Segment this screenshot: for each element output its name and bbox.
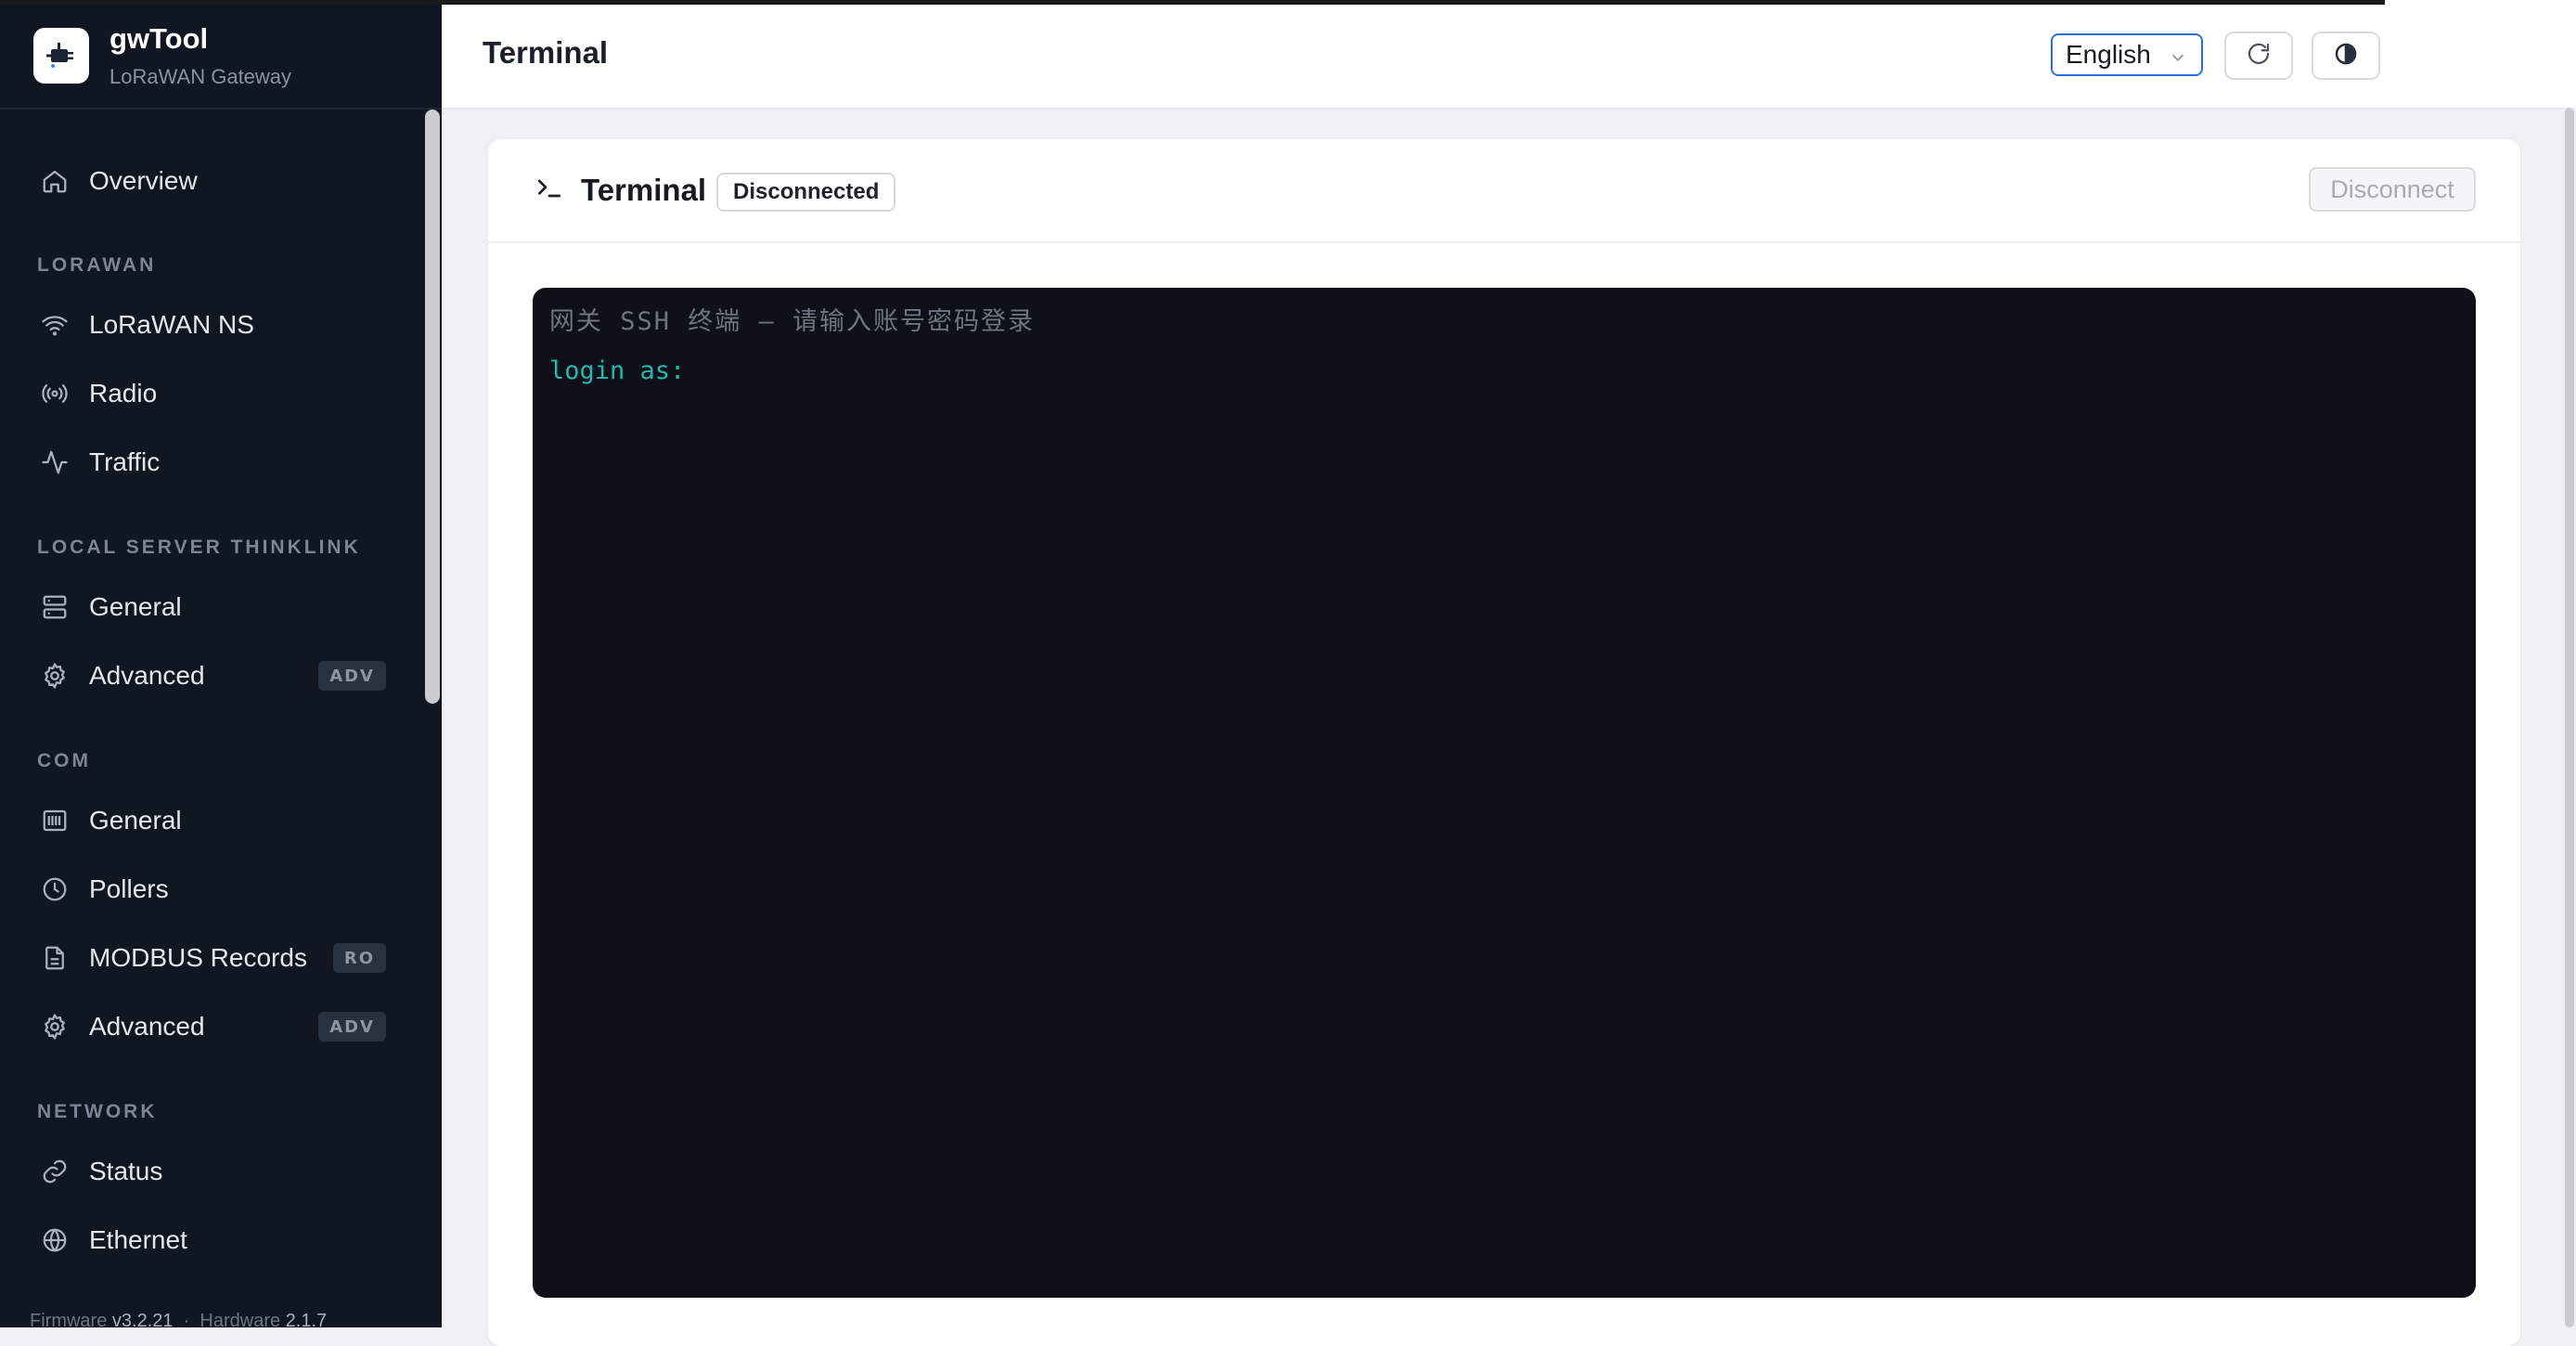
sidebar: gwTool LoRaWAN Gateway Overview LORAWAN … — [0, 0, 442, 1327]
sidebar-scrollbar[interactable] — [425, 110, 440, 704]
globe-icon — [37, 1223, 72, 1258]
disconnect-button[interactable]: Disconnect — [2309, 167, 2476, 212]
ro-badge: RO — [332, 943, 386, 973]
sidebar-item-label: Pollers — [89, 874, 169, 903]
sidebar-item-label: Status — [89, 1157, 163, 1185]
theme-toggle-button[interactable] — [2312, 32, 2380, 80]
sidebar-item-label: Advanced — [89, 1012, 205, 1041]
language-value: English — [2066, 40, 2151, 69]
link-icon — [37, 1154, 72, 1189]
gear-icon — [37, 658, 72, 693]
sidebar-item-ethernet[interactable]: Ethernet — [0, 1208, 427, 1273]
sidebar-item-label: MODBUS Records — [89, 943, 307, 972]
section-network: NETWORK — [37, 1101, 158, 1122]
app-subtitle: LoRaWAN Gateway — [109, 65, 292, 88]
brand: gwTool LoRaWAN Gateway — [0, 0, 442, 110]
section-lorawan: LORAWAN — [37, 254, 157, 276]
sidebar-item-label: Advanced — [89, 661, 205, 690]
connection-status-badge: Disconnected — [716, 173, 896, 212]
page-scrollbar[interactable] — [2563, 108, 2576, 1327]
home-icon — [37, 163, 72, 199]
hardware-label: Hardware — [200, 1311, 281, 1327]
sidebar-item-label: Overview — [89, 166, 198, 195]
firmware-label: Firmware — [30, 1311, 108, 1327]
sidebar-item-label: Ethernet — [89, 1225, 187, 1254]
sidebar-item-label: Radio — [89, 379, 158, 408]
refresh-icon — [2245, 40, 2273, 72]
terminal-screen[interactable]: 网关 SSH 终端 — 请输入账号密码登录 login as: — [533, 288, 2476, 1298]
gateway-logo-icon — [33, 28, 89, 84]
version-info: Firmware v3.2.21 · Hardware 2.1.7 — [30, 1311, 327, 1327]
adv-badge: ADV — [318, 1012, 386, 1042]
terminal-title: Terminal — [581, 173, 707, 207]
adv-badge: ADV — [318, 661, 386, 691]
sidebar-item-overview[interactable]: Overview — [0, 149, 427, 214]
sidebar-item-label: General — [89, 592, 182, 621]
sidebar-item-lorawan-ns[interactable]: LoRaWAN NS — [0, 292, 427, 357]
sidebar-item-label: LoRaWAN NS — [89, 310, 254, 339]
radio-icon — [37, 376, 72, 411]
terminal-card: Terminal Disconnected Disconnect 网关 SSH … — [488, 139, 2520, 1346]
sidebar-item-local-advanced[interactable]: Advanced ADV — [0, 643, 427, 708]
page-title: Terminal — [483, 35, 609, 70]
contrast-icon — [2332, 40, 2360, 72]
gear-icon — [37, 1009, 72, 1044]
terminal-login-prompt: login as: — [549, 356, 686, 385]
activity-icon — [37, 445, 72, 480]
document-icon — [37, 940, 72, 976]
section-local-server: LOCAL SERVER THINKLINK — [37, 537, 361, 558]
clock-icon — [37, 872, 72, 907]
wifi-icon — [37, 307, 72, 343]
app-name: gwTool — [109, 22, 209, 55]
sidebar-item-pollers[interactable]: Pollers — [0, 857, 427, 922]
language-select[interactable]: English — [2051, 33, 2203, 76]
terminal-banner-line: 网关 SSH 终端 — 请输入账号密码登录 — [549, 307, 1036, 336]
serial-port-icon — [37, 803, 72, 838]
terminal-card-header: Terminal Disconnected Disconnect — [488, 139, 2520, 243]
terminal-prompt-icon — [535, 173, 564, 209]
sidebar-item-traffic[interactable]: Traffic — [0, 430, 427, 495]
sidebar-item-modbus-records[interactable]: MODBUS Records RO — [0, 925, 427, 990]
refresh-button[interactable] — [2224, 32, 2293, 80]
sidebar-item-radio[interactable]: Radio — [0, 361, 427, 426]
chevron-down-icon — [2168, 45, 2188, 74]
sidebar-item-local-general[interactable]: General — [0, 575, 427, 640]
server-icon — [37, 589, 72, 625]
sidebar-item-com-advanced[interactable]: Advanced ADV — [0, 994, 427, 1059]
loading-progress-bar — [0, 0, 2385, 5]
sidebar-item-status[interactable]: Status — [0, 1139, 427, 1204]
sidebar-item-com-general[interactable]: General — [0, 788, 427, 853]
sidebar-item-label: General — [89, 806, 182, 835]
top-header: Terminal English — [442, 0, 2576, 110]
hardware-version: 2.1.7 — [285, 1311, 328, 1327]
firmware-version: v3.2.21 — [111, 1311, 174, 1327]
sidebar-item-label: Traffic — [89, 447, 161, 476]
section-com: COM — [37, 750, 91, 771]
